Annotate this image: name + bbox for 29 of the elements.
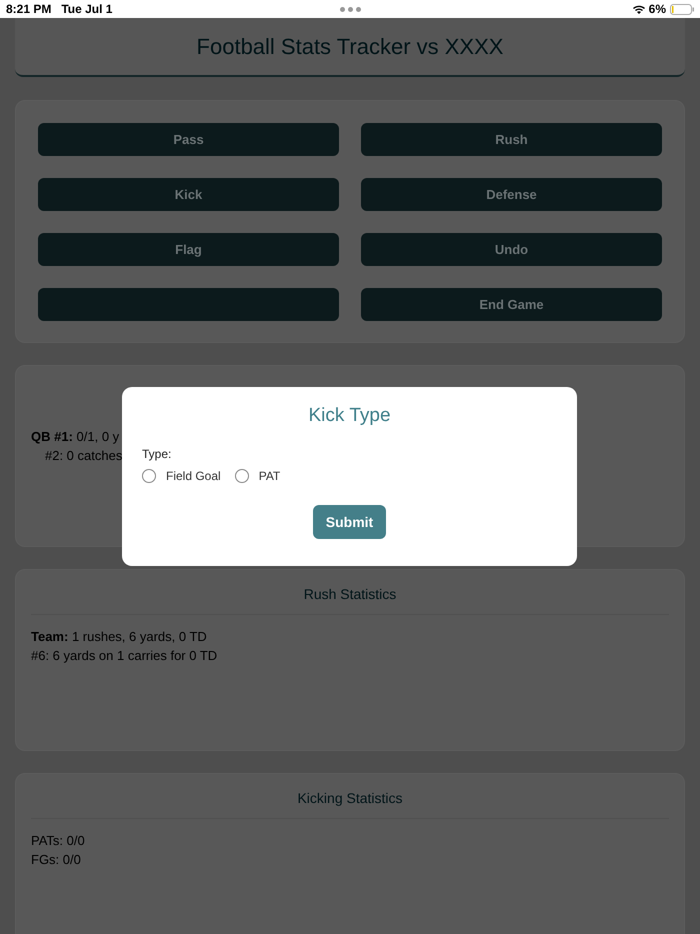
multitask-icon	[340, 6, 360, 12]
radio-button[interactable]	[142, 469, 156, 483]
modal-title: Kick Type	[307, 405, 392, 427]
battery-icon	[670, 4, 694, 14]
page-title: Football Stats Tracker vs XXXX	[196, 34, 504, 60]
action-button[interactable]: End Game	[361, 288, 662, 321]
stat-line: #2: 0 catches	[44, 447, 122, 465]
submit-button[interactable]: Submit	[313, 505, 386, 539]
section-title: Rush Statistics	[31, 570, 669, 615]
action-button[interactable]: Flag	[38, 233, 339, 266]
action-button[interactable]: Defense	[361, 178, 662, 211]
section-title: Kicking Statistics	[31, 774, 669, 819]
stat-line: PATs: 0/0	[31, 832, 85, 850]
action-button[interactable]: Rush	[361, 123, 662, 156]
action-button[interactable]: Undo	[361, 233, 662, 266]
action-button[interactable]: Kick	[38, 178, 339, 211]
radio-label[interactable]: Field Goal	[166, 469, 221, 483]
stat-line: FGs: 0/0	[31, 851, 81, 869]
radio-label[interactable]: PAT	[258, 469, 280, 483]
status-time: 8:21 PM	[6, 2, 52, 16]
status-date: Tue Jul 1	[61, 2, 112, 16]
battery-percent: 6%	[648, 2, 666, 16]
field-label: Type:	[142, 447, 172, 461]
stat-line: QB #1: 0/1, 0 y	[31, 428, 120, 446]
radio-button[interactable]	[234, 469, 249, 483]
stat-line: Team: 1 rushes, 6 yards, 0 TD	[31, 628, 207, 646]
action-button[interactable]: Pass	[38, 123, 339, 156]
stat-line: #6: 6 yards on 1 carries for 0 TD	[31, 647, 218, 665]
wifi-icon	[632, 4, 645, 14]
